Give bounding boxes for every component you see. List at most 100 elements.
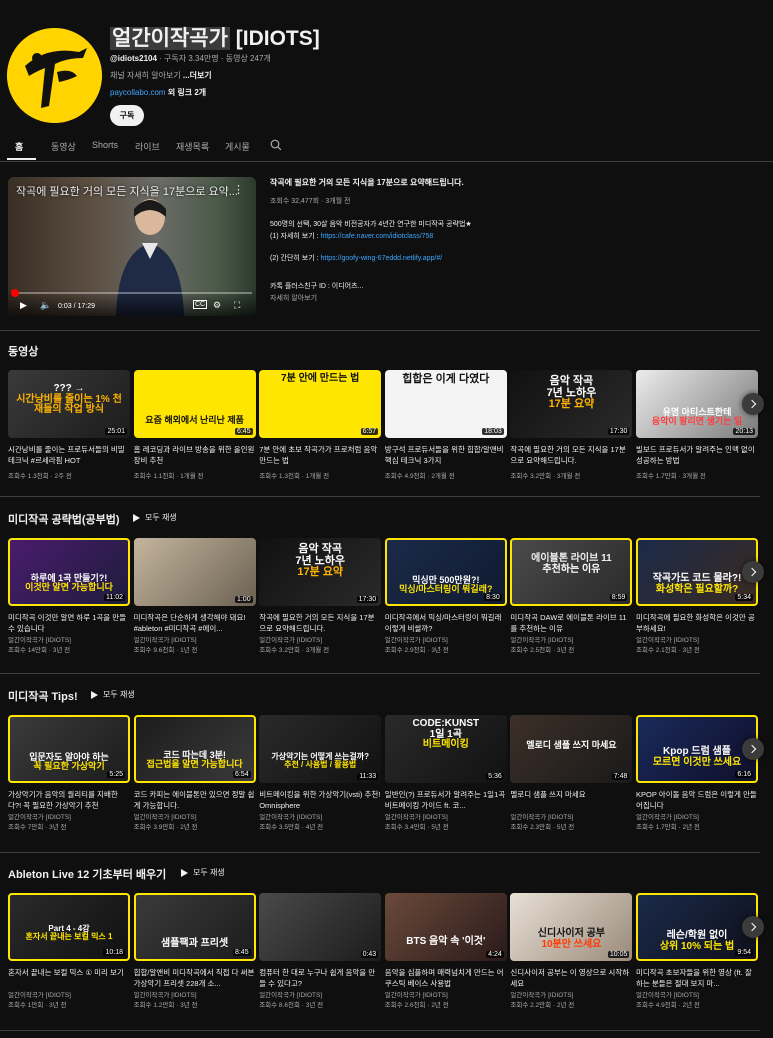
subtitles-icon[interactable]: CC [193,300,208,309]
player-scrubber[interactable] [11,289,19,297]
video-thumbnail[interactable]: 샘플팩과 프리셋 8:45 [133,893,256,961]
section-title[interactable]: Ableton Live 12 기초부터 배우기 [8,866,166,882]
video-title[interactable]: 빌보드 프로듀서가 알려주는 인맥 없이 성공하는 방법 [636,444,758,466]
video-channel[interactable]: 얼간이작곡가 [IDIOTS] [636,991,758,1001]
video-card[interactable]: CODE:KUNST 1일 1곡 비트메이킹 5:36 일반인(?) 프로듀서가 알려주… [384,715,507,833]
video-channel[interactable]: 얼간이작곡가 [IDIOTS] [385,991,507,1001]
video-card[interactable]: Kpop 드럼 샘플 모르면 이것만 쓰세요 6:16 KPOP 아이돌 음악 드럼은… [636,715,758,833]
video-thumbnail[interactable]: 유명 아티스트한테 음악이 팔리면 생기는 일 20:13 [636,370,758,438]
video-channel[interactable]: 얼간이작곡가 [IDIOTS] [510,813,632,823]
video-card[interactable]: 레슨/학원 없이 상위 10% 되는 법 9:54 미디작곡 초보자들을 위한 영상 … [636,893,758,1011]
video-channel[interactable]: 얼간이작곡가 [IDIOTS] [8,813,130,823]
subscribe-button[interactable]: 구독 [110,105,144,126]
play-all-button[interactable]: 모두 재생 [133,512,177,523]
video-title[interactable]: 미디작곡 초보자들을 위한 영상 (ft. 잘하는 분들은 절대 보지 마... [636,967,758,989]
chevron-right-icon[interactable] [742,393,764,415]
channel-link-extra[interactable]: 외 링크 2개 [166,88,206,97]
play-all-button[interactable]: 모두 재생 [91,689,135,700]
video-title[interactable]: 코드 카피는 에이블톤만 있으면 정말 쉽게 가능합니다. [134,789,256,811]
video-thumbnail[interactable]: 작곡가도 코드 몰라?! 화성학은 필요할까? 5:34 [636,538,758,606]
video-title[interactable]: 미디작곡 이것만 알면 하루 1곡을 만들 수 있습니다 [8,612,130,634]
video-card[interactable]: 믹싱만 500만원?! 믹싱/마스터링이 뭐길래? 8:30 미디작곡에서 믹싱/마스… [384,538,507,656]
play-icon[interactable]: ▶ [20,300,27,311]
play-all-button[interactable]: 모두 재생 [181,867,225,878]
video-channel[interactable]: 얼간이작곡가 [IDIOTS] [385,636,507,646]
settings-gear-icon[interactable]: ⚙ [213,300,221,311]
video-title[interactable]: 방구석 프로듀서들을 위한 힙합/알앤비 핵심 테크닉 3가지 [385,444,507,466]
video-channel[interactable]: 얼간이작곡가 [IDIOTS] [636,813,758,823]
video-title[interactable]: 작곡에 필요한 거의 모든 지식을 17분으로 요약해드립니다. [510,444,632,466]
video-card[interactable]: 음악 작곡 7년 노하우 17분 요약 17:30 작곡에 필요한 거의 모든 지식을 … [510,370,633,482]
video-card[interactable]: 가상악기는 어떻게 쓰는걸까? 추천 / 사용법 / 활용법 11:33 비트메이킹을… [259,715,382,833]
video-thumbnail[interactable]: 코드 따는데 3분! 접근법을 알면 가능합니다 6:54 [133,715,256,783]
video-channel[interactable]: 얼간이작곡가 [IDIOTS] [134,813,256,823]
more-vert-icon[interactable]: ⋮ [233,183,244,196]
channel-avatar[interactable] [7,28,102,123]
tab-posts[interactable]: 게시물 [225,140,250,153]
video-card[interactable]: 유명 아티스트한테 음악이 팔리면 생기는 일 20:13 빌보드 프로듀서가 알려주… [636,370,758,482]
video-channel[interactable]: 얼간이작곡가 [IDIOTS] [8,636,130,646]
video-channel[interactable]: 얼간이작곡가 [IDIOTS] [385,813,507,823]
video-thumbnail[interactable]: 하루에 1곡 만들기?! 이것만 알면 가능합니다 11:02 [8,538,130,606]
video-channel[interactable]: 얼간이작곡가 [IDIOTS] [134,636,256,646]
section-title[interactable]: 미디작곡 Tips! [8,688,78,704]
video-thumbnail[interactable]: 0:43 [259,893,382,961]
video-card[interactable]: 하루에 1곡 만들기?! 이것만 알면 가능합니다 11:02 미디작곡 이것만 알면… [8,538,130,656]
video-title[interactable]: 미디작곡에 필요한 화성학은 이것만 공부하세요! [636,612,758,634]
video-card[interactable]: 음악 작곡 7년 노하우 17분 요약 17:30 작곡에 필요한 거의 모든 지식을 … [259,538,382,656]
featured-read-more[interactable]: 자세히 알아보기 [270,293,760,303]
video-title[interactable]: 작곡에 필요한 거의 모든 지식을 17분으로 요약해드립니다. [259,612,381,634]
video-thumbnail[interactable]: 레슨/학원 없이 상위 10% 되는 법 9:54 [636,893,758,961]
player-progress-bar[interactable] [12,292,252,294]
video-card[interactable]: 신디사이저 공부 10분만 쓰세요 10:05 신디사이저 공부는 이 영상으로 시작… [510,893,633,1011]
video-title[interactable]: 홈 레코딩과 라이브 방송을 위한 올인원 장비 추천 [134,444,256,466]
video-thumbnail[interactable]: 믹싱만 500만원?! 믹싱/마스터링이 뭐길래? 8:30 [384,538,507,606]
chevron-right-icon[interactable] [742,738,764,760]
video-card[interactable]: ??? → 시간낭비를 줄이는 1% 천재들의 작업 방식 25:01 시간낭비를 줄… [8,370,130,482]
channel-desc-more[interactable]: ...더보기 [183,71,212,80]
video-title[interactable]: 7분 안에 초보 작곡가가 프로처럼 음악 만드는 법 [259,444,381,466]
featured-desc-link[interactable]: https://goofy-wing-67eddd.netlify.app/#/ [320,255,442,262]
video-title[interactable]: 컴퓨터 한 대로 누구나 쉽게 음악을 만들 수 있다고? [259,967,381,989]
featured-title[interactable]: 작곡에 필요한 거의 모든 지식을 17분으로 요약해드립니다. [270,177,760,188]
video-card[interactable]: 입문자도 알아야 하는 꼭 필요한 가상악기 5:25 가상악기가 음악의 퀄리티를 … [8,715,130,833]
video-card[interactable]: 에이블톤 라이브 11 추천하는 이유 8:59 미디작곡 DAW로 에이블톤 라이브… [510,538,633,656]
video-card[interactable]: 요즘 해외에서 난리난 제품 6:45 홈 레코딩과 라이브 방송을 위한 올인원 … [133,370,256,482]
video-thumbnail[interactable]: 입문자도 알아야 하는 꼭 필요한 가상악기 5:25 [8,715,130,783]
video-card[interactable]: 코드 따는데 3분! 접근법을 알면 가능합니다 6:54 코드 카피는 에이블톤만 … [133,715,256,833]
video-card[interactable]: BTS 음악 속 '이것' 4:24 음악을 심플하며 매력넘치게 만드는 어쿠스틱… [384,893,507,1011]
tab-home[interactable]: 홈 [15,140,23,153]
video-card[interactable]: 샘플팩과 프리셋 8:45 힙합/알앤비 미디작곡에서 직접 다 써본 가상악기 프… [133,893,256,1011]
video-card[interactable]: 1:00 미디작곡은 단순하게 생각해야 돼요! #ableton #미디작곡 #… [133,538,256,656]
video-title[interactable]: 미디작곡에서 믹싱/마스터링이 뭐길래 이렇게 비쌀까? [385,612,507,634]
video-title[interactable]: 미디작곡은 단순하게 생각해야 돼요! #ableton #미디작곡 #에이..… [134,612,256,634]
tab-playlists[interactable]: 재생목록 [176,140,209,153]
video-card[interactable]: 작곡가도 코드 몰라?! 화성학은 필요할까? 5:34 미디작곡에 필요한 화성학은… [636,538,758,656]
section-title[interactable]: 미디작곡 공략법(공부법) [8,511,120,527]
video-thumbnail[interactable]: 힙합은 이게 다였다 18:03 [384,370,507,438]
video-thumbnail[interactable]: 신디사이저 공부 10분만 쓰세요 10:05 [510,893,633,961]
featured-video-player[interactable]: 작곡에 필요한 거의 모든 지식을 17분으로 요약... ⋮ ▶ 🔈 0:03… [8,177,256,316]
tab-shorts[interactable]: Shorts [92,140,118,150]
video-channel[interactable]: 얼간이작곡가 [IDIOTS] [8,991,130,1001]
volume-icon[interactable]: 🔈 [40,300,51,311]
video-thumbnail[interactable]: 음악 작곡 7년 노하우 17분 요약 17:30 [259,538,382,606]
video-thumbnail[interactable]: Kpop 드럼 샘플 모르면 이것만 쓰세요 6:16 [636,715,758,783]
video-title[interactable]: 일반인(?) 프로듀서가 알려주는 1일1곡 비트메이킹 가이드 ft. 코..… [385,789,507,811]
video-channel[interactable]: 얼간이작곡가 [IDIOTS] [510,636,632,646]
video-thumbnail[interactable]: 음악 작곡 7년 노하우 17분 요약 17:30 [510,370,633,438]
video-card[interactable]: 힙합은 이게 다였다 18:03 방구석 프로듀서들을 위한 힙합/알앤비 핵심 테… [384,370,507,482]
search-icon[interactable] [270,139,282,151]
video-thumbnail[interactable]: BTS 음악 속 '이것' 4:24 [384,893,507,961]
video-title[interactable]: 미디작곡 DAW로 에이블톤 라이브 11를 추천하는 이유 [510,612,632,634]
video-thumbnail[interactable]: Part 4 - 4강 혼자서 끝내는 보컬 믹스 1 10:18 [8,893,130,961]
channel-description[interactable]: 채널 자세히 알아보기 ...더보기 [110,70,212,81]
video-channel[interactable]: 얼간이작곡가 [IDIOTS] [134,991,256,1001]
video-channel[interactable]: 얼간이작곡가 [IDIOTS] [636,636,758,646]
video-card[interactable]: Part 4 - 4강 혼자서 끝내는 보컬 믹스 1 10:18 혼자서 끝내는 보… [8,893,130,1011]
video-title[interactable]: 신디사이저 공부는 이 영상으로 시작하세요 [510,967,632,989]
video-thumbnail[interactable]: 7분 안에 만드는 법 6:57 [259,370,382,438]
video-channel[interactable]: 얼간이작곡가 [IDIOTS] [259,991,381,1001]
fullscreen-icon[interactable]: ⛶ [234,300,240,311]
video-channel[interactable]: 얼간이작곡가 [IDIOTS] [510,991,632,1001]
